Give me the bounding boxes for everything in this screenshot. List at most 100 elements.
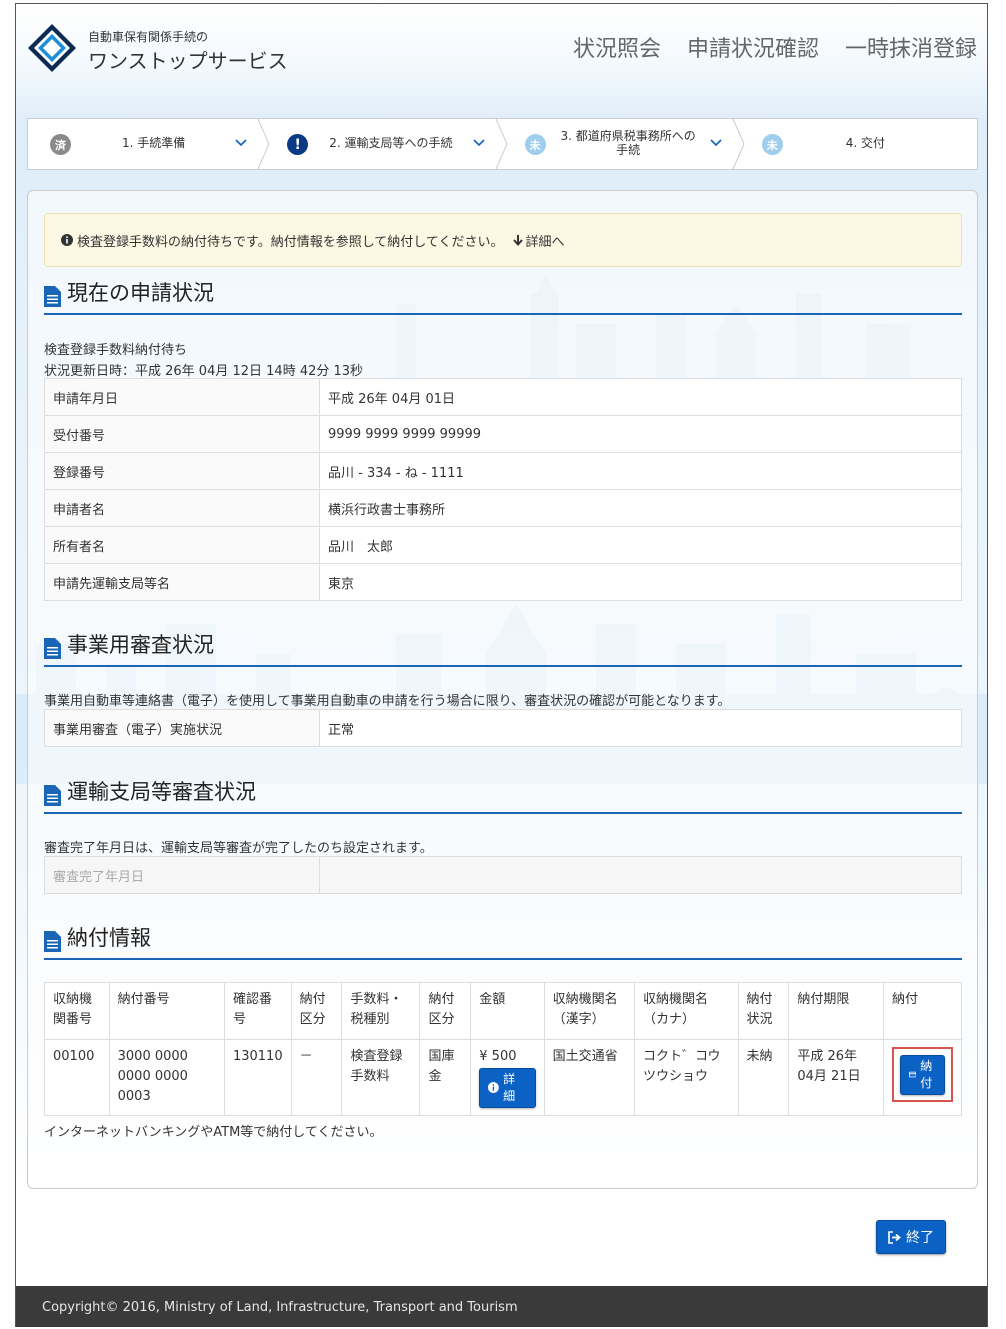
table-row: 00100 3000 0000 0000 0000 0003 130110 － … xyxy=(44,1039,963,1116)
business-review-note: 事業用自動車等連絡書（電子）を使用して事業用自動車の申請を行う場合に限り、審査状… xyxy=(44,694,731,709)
cell-status: 未納 xyxy=(737,1039,790,1116)
row-label: 受付番号 xyxy=(44,415,320,453)
row-value: 平成 26年 04月 01日 xyxy=(319,378,962,416)
cell-amount: ¥ 500 詳細 xyxy=(470,1039,545,1116)
chevron-down-icon xyxy=(235,139,247,147)
pay-button[interactable]: 納付 xyxy=(899,1055,945,1095)
section-current-status: 現在の申請状況 xyxy=(44,279,962,315)
end-button[interactable]: 終了 xyxy=(876,1220,946,1254)
copyright-text: Copyright© 2016, Ministry of Land, Infra… xyxy=(42,1299,518,1315)
col-header: 収納機関番号 xyxy=(44,982,110,1040)
row-label: 申請年月日 xyxy=(44,378,320,416)
credit-card-icon xyxy=(908,1072,917,1078)
payment-footnote: インターネットバンキングやATM等で納付してください。 xyxy=(44,1125,383,1140)
row-value: 品川 - 334 - ね - 1111 xyxy=(319,452,962,490)
business-review-table: 事業用審査（電子）実施状況 正常 xyxy=(44,709,962,747)
step-separator xyxy=(732,119,745,169)
col-header: 納付期限 xyxy=(788,982,884,1040)
row-value: 9999 9999 9999 99999 xyxy=(319,415,962,453)
cell-org-no: 00100 xyxy=(44,1039,110,1116)
amount-value: ¥ 500 xyxy=(479,1049,517,1064)
row-value xyxy=(319,856,962,894)
row-value: 品川 太郎 xyxy=(319,526,962,564)
status-updated-time: 状況更新日時：平成 26年 04月 12日 14時 42分 13秒 xyxy=(44,364,364,379)
section-business-review: 事業用審査状況 xyxy=(44,631,962,667)
cell-pay-category: 国庫金 xyxy=(419,1039,472,1116)
document-icon xyxy=(44,286,61,307)
step-warning-badge: ! xyxy=(287,134,309,155)
brand-title: ワンストップサービス xyxy=(88,49,288,73)
step-label: 3. 都道府県税事務所への手続 xyxy=(560,129,696,157)
row-label: 登録番号 xyxy=(44,452,320,490)
page-frame: 自動車保有関係手続の ワンストップサービス 状況照会 申請状況確認 一時抹消登録… xyxy=(15,3,988,1327)
cell-pay-kbn: － xyxy=(290,1039,343,1116)
cell-pay-no: 3000 0000 0000 0000 0003 xyxy=(108,1039,225,1116)
step-pending-badge: 未 xyxy=(761,134,783,155)
document-icon xyxy=(44,785,61,806)
step-3-tax-office[interactable]: 未 3. 都道府県税事務所への手続 xyxy=(503,119,745,169)
table-row: 登録番号 品川 - 334 - ね - 1111 xyxy=(44,452,962,490)
row-label: 事業用審査（電子）実施状況 xyxy=(44,709,320,747)
step-pending-badge: 未 xyxy=(524,134,546,155)
button-label: 終了 xyxy=(906,1230,934,1246)
table-row: 受付番号 9999 9999 9999 99999 xyxy=(44,415,962,453)
logo-icon xyxy=(28,24,76,72)
document-icon xyxy=(44,931,61,952)
section-title: 事業用審査状況 xyxy=(67,633,214,657)
amount-detail-button[interactable]: 詳細 xyxy=(479,1068,536,1108)
col-header: 納付 xyxy=(882,982,963,1040)
step-4-delivery[interactable]: 未 4. 交付 xyxy=(740,119,977,169)
table-row: 事業用審査（電子）実施状況 正常 xyxy=(44,709,962,747)
col-header: 収納機関名（カナ） xyxy=(633,982,739,1040)
progress-steps: 済 1. 手続準備 ! 2. 運輸支局等への手続 未 3. 都道府県税事務所への… xyxy=(27,118,978,170)
step-separator xyxy=(257,119,270,169)
info-icon xyxy=(488,1082,500,1094)
nav-temporary-deregistration[interactable]: 一時抹消登録 xyxy=(845,31,977,63)
table-row: 申請者名 横浜行政書士事務所 xyxy=(44,489,962,527)
table-row: 所有者名 品川 太郎 xyxy=(44,526,962,564)
details-link[interactable]: 詳細へ xyxy=(526,231,565,250)
section-transport-review: 運輸支局等審査状況 xyxy=(44,778,962,814)
table-header-row: 収納機関番号 納付番号 確認番号 納付区分 手数料・税種別 納付区分 金額 収納… xyxy=(44,982,963,1040)
step-label: 2. 運輸支局等への手続 xyxy=(329,136,453,151)
highlight-box: 納付 xyxy=(891,1047,953,1102)
status-text: 検査登録手数料納付待ち xyxy=(44,343,188,358)
info-icon xyxy=(61,234,73,246)
step-done-badge: 済 xyxy=(50,134,71,155)
payment-pending-alert: 検査登録手数料の納付待ちです。納付情報を参照して納付してください。 詳細へ xyxy=(44,213,962,267)
section-payment-info: 納付情報 xyxy=(44,924,962,960)
step-label: 1. 手続準備 xyxy=(121,136,186,151)
cell-pay-action: 納付 xyxy=(882,1039,963,1116)
row-label: 審査完了年月日 xyxy=(44,856,320,894)
sign-out-icon xyxy=(888,1230,901,1244)
application-status-table: 申請年月日 平成 26年 04月 01日 受付番号 9999 9999 9999 9… xyxy=(44,378,962,601)
cell-org-kanji: 国土交通省 xyxy=(543,1039,635,1116)
step-1-preparation[interactable]: 済 1. 手続準備 xyxy=(28,119,270,169)
cell-deadline: 平成 26年 04月 21日 xyxy=(788,1039,884,1116)
chevron-down-icon xyxy=(472,139,485,147)
chevron-down-icon xyxy=(710,139,722,147)
table-row: 審査完了年月日 xyxy=(44,856,962,894)
col-header: 確認番号 xyxy=(223,982,292,1040)
row-value: 正常 xyxy=(319,709,962,747)
nav-application-check[interactable]: 申請状況確認 xyxy=(687,31,819,63)
section-title: 納付情報 xyxy=(67,926,151,950)
brand-subtitle: 自動車保有関係手続の xyxy=(88,30,209,44)
cell-confirm-no: 130110 xyxy=(223,1039,292,1116)
step-2-transport-office[interactable]: ! 2. 運輸支局等への手続 xyxy=(265,119,508,169)
document-icon xyxy=(44,638,61,659)
row-label: 申請先運輸支局等名 xyxy=(44,563,320,601)
nav-status-inquiry[interactable]: 状況照会 xyxy=(573,31,661,63)
cell-org-kana: コクト゛コウツウショウ xyxy=(633,1039,739,1116)
col-header: 納付区分 xyxy=(419,982,472,1040)
cell-fee-type: 検査登録手数料 xyxy=(341,1039,421,1116)
col-header: 金額 xyxy=(470,982,545,1040)
table-row: 申請年月日 平成 26年 04月 01日 xyxy=(44,378,962,416)
alert-text: 検査登録手数料の納付待ちです。納付情報を参照して納付してください。 xyxy=(77,234,504,250)
col-header: 納付状況 xyxy=(737,982,790,1040)
col-header: 収納機関名（漢字） xyxy=(543,982,635,1040)
section-title: 運輸支局等審査状況 xyxy=(67,780,256,804)
row-label: 所有者名 xyxy=(44,526,320,564)
footer: Copyright© 2016, Ministry of Land, Infra… xyxy=(16,1286,987,1327)
arrow-down-icon xyxy=(512,235,523,246)
